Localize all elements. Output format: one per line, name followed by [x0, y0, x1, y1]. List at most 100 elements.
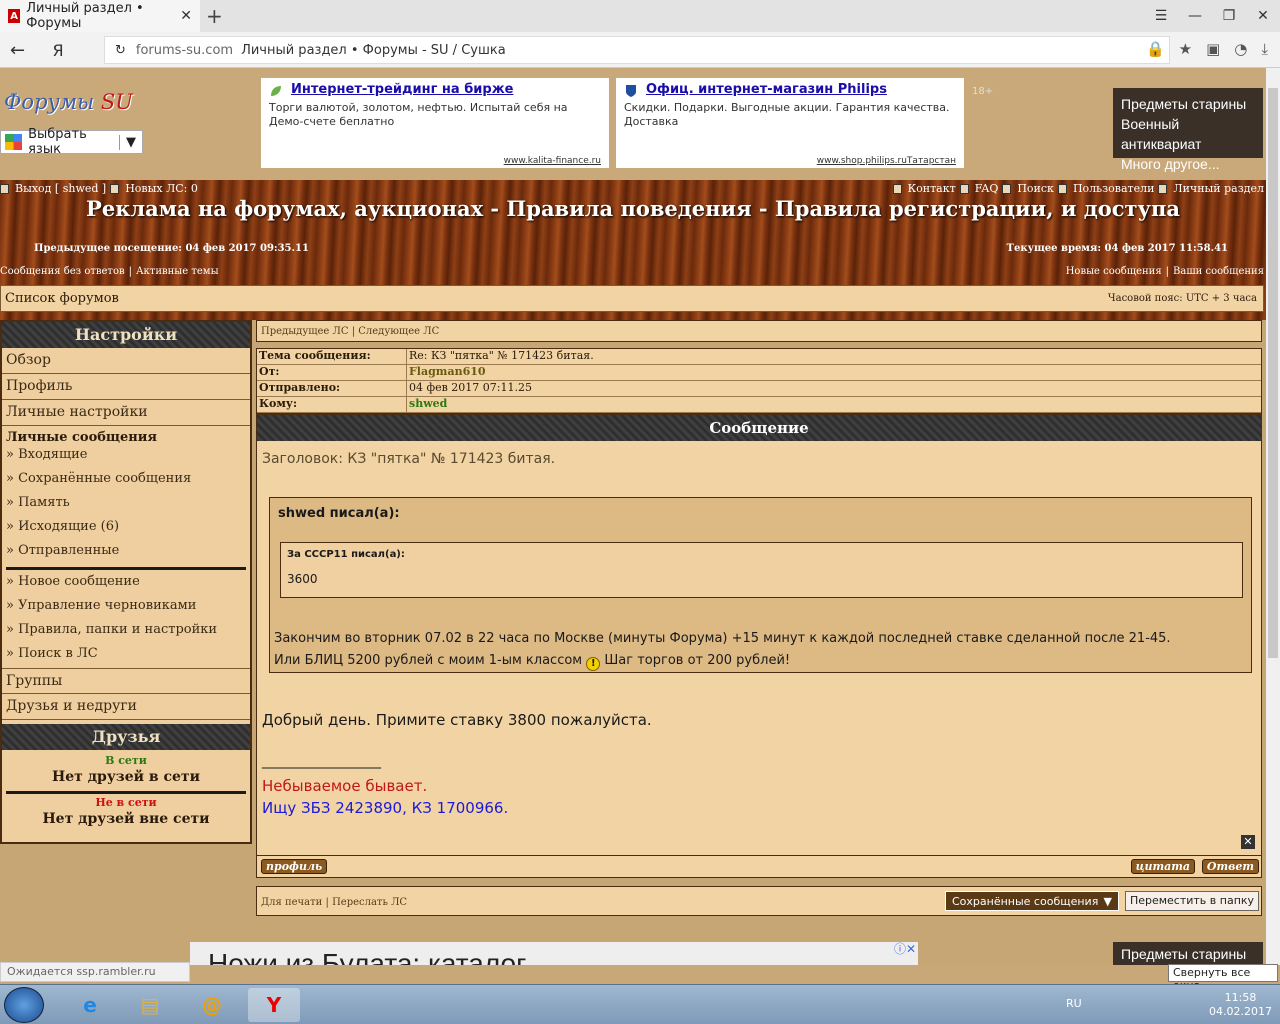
restore-icon[interactable]: ❐ — [1212, 0, 1246, 32]
turbo-icon[interactable]: ◔ — [1234, 40, 1247, 58]
bottom-ad[interactable]: Ножи из Булата: каталог ⓘ✕ — [190, 942, 918, 965]
quote-button[interactable]: цитата — [1130, 859, 1195, 874]
ad-block-2[interactable]: Офиц. интернет-магазин Philips Скидки. П… — [616, 78, 964, 168]
meta-from-label: От: — [257, 365, 407, 380]
browser-tab[interactable]: A Личный раздел • Форумы ✕ — [0, 0, 200, 32]
minimize-icon[interactable]: — — [1178, 0, 1212, 32]
page-title[interactable]: Реклама на форумах, аукционах - Правила … — [0, 196, 1266, 221]
star-icon[interactable]: ★ — [1179, 40, 1192, 58]
sidebar-sub-saved[interactable]: » Сохранённые сообщения — [2, 469, 250, 493]
taskbar: e ▤ @ Y RU 11:58 04.02.2017 — [0, 984, 1280, 1024]
new-pm-link[interactable]: Новых ЛС: 0 — [125, 182, 198, 195]
folder-select[interactable]: Сохранённые сообщения ▼ — [945, 891, 1119, 911]
contact-link[interactable]: Контакт — [908, 182, 956, 195]
banner-line-3: Много другое... — [1121, 156, 1220, 172]
print-link[interactable]: Для печати — [261, 897, 322, 908]
reply-button[interactable]: Ответ — [1201, 859, 1259, 874]
download-icon[interactable]: ⤓ — [1261, 40, 1268, 58]
language-indicator[interactable]: RU — [1066, 997, 1082, 1010]
active-topics-link[interactable]: Активные темы — [136, 266, 219, 277]
sidebar-item-groups[interactable]: Группы — [2, 668, 250, 694]
start-button[interactable] — [4, 987, 44, 1023]
search-icon — [1002, 183, 1012, 194]
meta-from[interactable]: Flagman610 — [407, 365, 486, 380]
move-to-folder-button[interactable]: Переместить в папку — [1125, 891, 1259, 911]
no-replies-link[interactable]: Сообщения без ответов — [0, 266, 125, 277]
folder-select-value: Сохранённые сообщения — [952, 895, 1099, 908]
explorer-icon[interactable]: ▤ — [124, 988, 176, 1022]
ad2-text: Скидки. Подарки. Выгодные акции. Гаранти… — [624, 101, 950, 128]
sidebar-sub-outbox[interactable]: » Исходящие (6) — [2, 517, 250, 541]
antique-banner[interactable]: Предметы старины Военный антиквариат Мно… — [1113, 88, 1263, 172]
scrollbar[interactable] — [1266, 68, 1280, 965]
mail-icon[interactable]: @ — [186, 988, 238, 1022]
chevron-down-icon: ▼ — [1103, 895, 1112, 908]
sidebar-item-personal[interactable]: Личные настройки — [2, 400, 250, 426]
ad-block-1[interactable]: Интернет-трейдинг на бирже Торги валютой… — [261, 78, 609, 168]
web-page: Форумы SU Выбрать язык ▼ Интернет-трейди… — [0, 68, 1266, 965]
message-subject: Заголовок: КЗ "пятка" № 171423 битая. — [262, 451, 556, 467]
sidebar-item-pm[interactable]: Личные сообщения — [2, 426, 250, 445]
sidebar-item-profile[interactable]: Профиль — [2, 374, 250, 400]
language-select[interactable]: Выбрать язык ▼ — [0, 127, 143, 157]
logout-link[interactable]: Выход [ shwed ] — [15, 182, 106, 195]
sidebar-sub-new[interactable]: » Новое сообщение — [2, 572, 250, 596]
ad1-source[interactable]: www.kalita-finance.ru — [504, 156, 601, 166]
ad-close-icon[interactable]: ⓘ✕ — [894, 942, 916, 956]
forward-link[interactable]: Переслать ЛС — [332, 897, 407, 908]
philips-shield-icon — [626, 85, 636, 97]
ad2-title[interactable]: Офиц. интернет-магазин Philips — [646, 82, 956, 97]
clock-date: 04.02.2017 — [1209, 1005, 1272, 1018]
pm-nav: Предыдущее ЛС | Следующее ЛС — [256, 320, 1262, 342]
sidebar-sub-rules[interactable]: » Правила, папки и настройки — [2, 620, 250, 644]
sidebar-sub-memory[interactable]: » Память — [2, 493, 250, 517]
new-tab-icon[interactable]: + — [206, 4, 223, 28]
yandex-icon[interactable]: Я — [38, 41, 78, 60]
quick-links-left: Сообщения без ответов | Активные темы — [0, 266, 219, 277]
scrollbar-thumb[interactable] — [1268, 88, 1278, 658]
faq-link[interactable]: FAQ — [975, 182, 999, 195]
contact-icon — [892, 183, 902, 194]
users-link[interactable]: Пользователи — [1073, 182, 1154, 195]
new-messages-link[interactable]: Новые сообщения — [1066, 266, 1162, 277]
sidebar-item-friends[interactable]: Друзья и недруги — [2, 694, 250, 720]
meta-to[interactable]: shwed — [407, 397, 447, 412]
forum-list-link[interactable]: Список форумов — [5, 291, 119, 306]
ie-icon[interactable]: e — [64, 988, 116, 1022]
clock[interactable]: 11:58 04.02.2017 — [1209, 991, 1272, 1019]
delete-icon[interactable]: ✕ — [1241, 835, 1255, 849]
your-messages-link[interactable]: Ваши сообщения — [1173, 266, 1264, 277]
prev-pm-link[interactable]: Предыдущее ЛС — [261, 326, 349, 337]
ad1-title[interactable]: Интернет-трейдинг на бирже — [291, 82, 601, 97]
sidebar-sub-drafts[interactable]: » Управление черновиками — [2, 596, 250, 620]
close-tab-icon[interactable]: ✕ — [180, 8, 192, 24]
quote-line-1: Закончим во вторник 07.02 в 22 часа по М… — [274, 631, 1171, 646]
tooltip: Свернуть все окна — [1168, 964, 1278, 992]
next-pm-link[interactable]: Следующее ЛС — [358, 326, 439, 337]
ad2-source[interactable]: www.shop.philips.ruТатарстан — [817, 156, 956, 166]
sidebar-sub-inbox[interactable]: » Входящие — [2, 445, 250, 469]
lock-icon[interactable]: 🔒 — [1146, 40, 1165, 58]
sidebar-item-overview[interactable]: Обзор — [2, 348, 250, 374]
url-field[interactable]: ↻ forums-su.com Личный раздел • Форумы -… — [104, 36, 1170, 64]
site-logo[interactable]: Форумы SU — [4, 90, 133, 114]
sidebar-sub-sent[interactable]: » Отправленные — [2, 541, 250, 565]
message-body: Заголовок: КЗ "пятка" № 171423 битая. sh… — [257, 441, 1261, 855]
search-link[interactable]: Поиск — [1017, 182, 1054, 195]
personal-link[interactable]: Личный раздел — [1173, 182, 1264, 195]
tab-title: Личный раздел • Форумы — [26, 1, 144, 31]
browser-actions: 🔒 ★ ▣ ◔ ⤓ — [1146, 40, 1268, 58]
extension-icon[interactable]: ▣ — [1206, 40, 1220, 58]
back-icon[interactable]: ← — [10, 40, 38, 61]
menu-icon[interactable]: ☰ — [1144, 0, 1178, 32]
language-label: Выбрать язык — [28, 127, 87, 157]
profile-button[interactable]: профиль — [261, 859, 328, 874]
antique-banner-bottom[interactable]: Предметы старины Военн — [1113, 942, 1263, 965]
sidebar-sub-search[interactable]: » Поиск в ЛС — [2, 644, 250, 668]
refresh-icon[interactable]: ↻ — [115, 43, 126, 58]
url-title: Личный раздел • Форумы - SU / Сушка — [241, 42, 506, 58]
message-header: Сообщение — [257, 415, 1261, 441]
close-window-icon[interactable]: ✕ — [1246, 0, 1280, 32]
logo-text: Форумы — [4, 90, 95, 114]
yandex-browser-icon[interactable]: Y — [248, 988, 300, 1022]
